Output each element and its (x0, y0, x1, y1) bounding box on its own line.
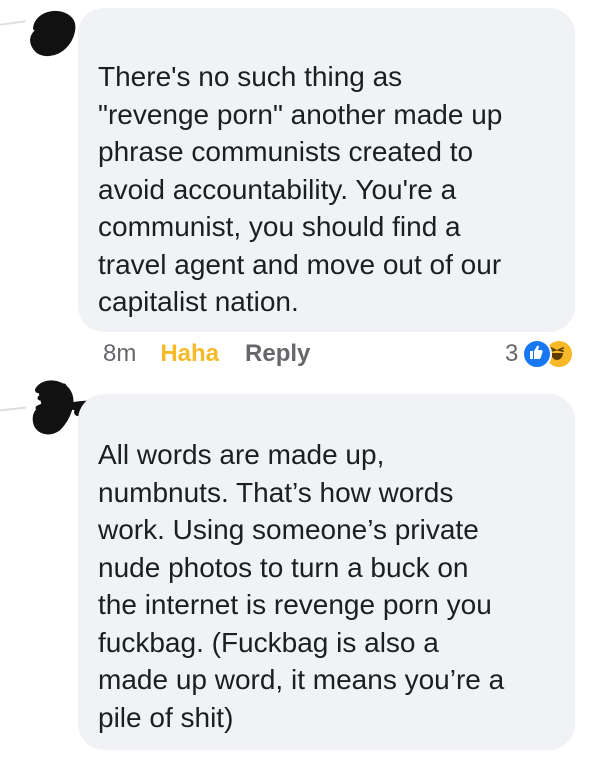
thread-line (0, 406, 27, 412)
redacted-avatar-icon (30, 10, 76, 56)
comment-text: There's no such thing as "revenge porn" … (98, 61, 503, 317)
reaction-count: 3 (505, 340, 519, 367)
reply-button[interactable]: Reply (245, 340, 310, 368)
thread-line (0, 20, 27, 26)
comment-timestamp[interactable]: 8m (103, 340, 136, 368)
reaction-summary[interactable]: 3 (505, 336, 575, 372)
reaction-button[interactable]: Haha (160, 340, 219, 368)
comment-bubble: There's no such thing as "revenge porn" … (78, 8, 575, 332)
comment-bubble: All words are made up, numbnuts. That’s … (78, 394, 575, 750)
like-icon (522, 339, 553, 369)
comment-text: All words are made up, numbnuts. That’s … (98, 439, 505, 733)
comment-meta: 8m Haha Reply (103, 336, 310, 372)
avatar[interactable] (28, 8, 78, 60)
